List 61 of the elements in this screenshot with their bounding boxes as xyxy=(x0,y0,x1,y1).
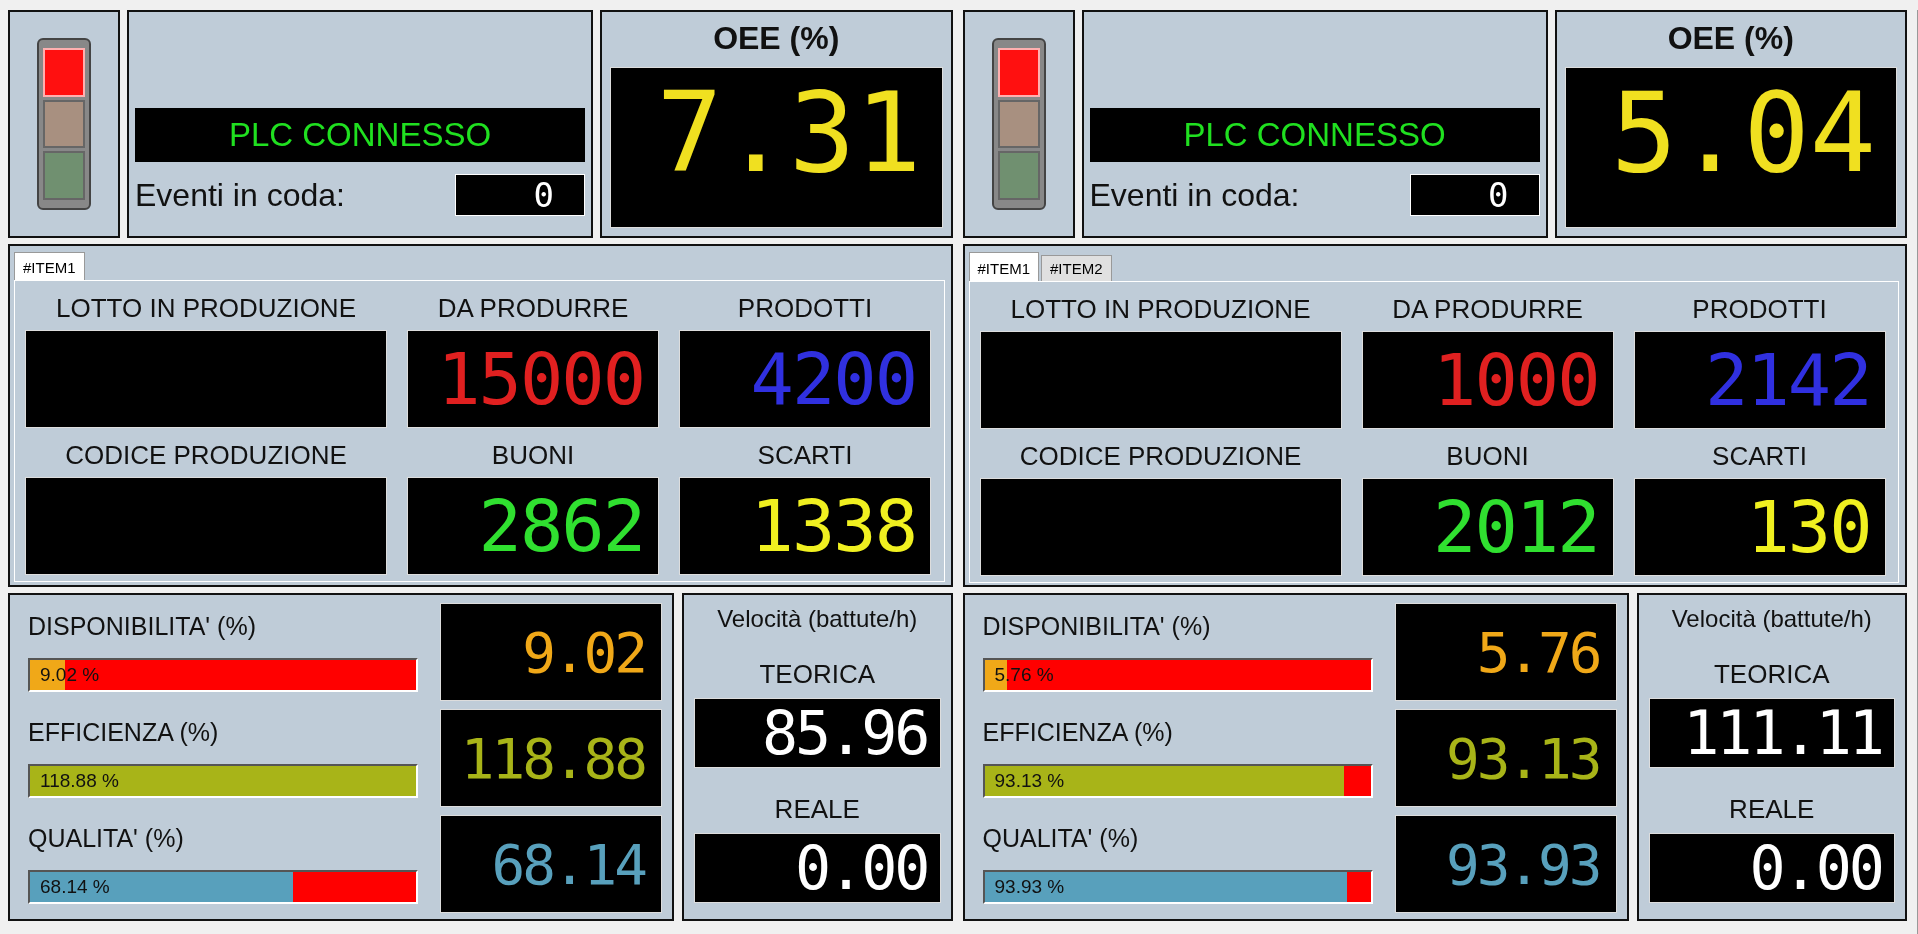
counter-value: 1338 xyxy=(750,484,916,568)
speed-display: 85.96 xyxy=(694,698,941,768)
tab[interactable]: #ITEM1 xyxy=(968,252,1039,281)
speed-display: 0.00 xyxy=(1648,833,1895,903)
speed-display: 0.00 xyxy=(694,833,941,903)
field-label: BUONI xyxy=(490,439,576,472)
speed-display: 111.11 xyxy=(1648,698,1895,768)
speed-label: REALE xyxy=(1729,794,1815,825)
metric-label: QUALITA' (%) xyxy=(28,823,185,853)
oee-display: 5.04 xyxy=(1564,67,1897,228)
field-label: DA PRODURRE xyxy=(1391,293,1584,326)
field-label: LOTTO IN PRODUZIONE xyxy=(1009,293,1312,326)
metric-label: EFFICIENZA (%) xyxy=(982,717,1174,747)
oee-title: OEE (%) xyxy=(1667,20,1794,57)
counter-value: 15000 xyxy=(437,337,644,421)
field-label: CODICE PRODUZIONE xyxy=(64,439,348,472)
metric-value: 9.02 xyxy=(522,619,645,685)
counter-value: 2142 xyxy=(1705,338,1871,422)
signal-tower-icon xyxy=(37,38,91,210)
counter-value: 4200 xyxy=(750,337,916,421)
field-label: LOTTO IN PRODUZIONE xyxy=(55,292,357,325)
queue-display: 0 xyxy=(455,174,585,216)
counter-value: 1000 xyxy=(1433,338,1599,422)
tab[interactable]: #ITEM2 xyxy=(1041,255,1112,281)
oee-display: 7.31 xyxy=(610,67,943,228)
metric-value: 93.93 xyxy=(1445,831,1600,897)
field-label: BUONI xyxy=(1445,440,1530,473)
bar-value: 93.13 % xyxy=(994,770,1065,793)
bar-value: 68.14 % xyxy=(40,876,110,899)
queue-label: Eventi in coda: xyxy=(135,176,345,214)
field-label: SCARTI xyxy=(1711,440,1808,473)
metric-label: DISPONIBILITA' (%) xyxy=(982,611,1212,641)
metric-value: 5.76 xyxy=(1476,619,1600,685)
counter-value: 2862 xyxy=(478,484,644,568)
tab[interactable]: #ITEM1 xyxy=(14,252,85,280)
field-label: PRODOTTI xyxy=(736,292,874,325)
status-display: PLC CONNESSO xyxy=(135,108,585,162)
metric-value: 93.13 xyxy=(1445,725,1600,791)
oee-title: OEE (%) xyxy=(713,20,840,57)
speed-label: TEORICA xyxy=(1713,659,1830,690)
metric-value: 118.88 xyxy=(460,725,645,791)
speed-label: REALE xyxy=(774,794,860,825)
queue-display: 0 xyxy=(1409,174,1540,216)
field-label: DA PRODURRE xyxy=(436,292,630,325)
speed-label: TEORICA xyxy=(759,659,876,690)
speed-title: Velocità (battute/h) xyxy=(1671,604,1872,633)
queue-label: Eventi in coda: xyxy=(1089,176,1300,214)
metric-label: QUALITA' (%) xyxy=(982,823,1140,853)
bar-value: 118.88 % xyxy=(40,770,119,793)
metric-label: EFFICIENZA (%) xyxy=(28,717,220,747)
bar-value: 93.93 % xyxy=(994,876,1065,899)
counter-value: 130 xyxy=(1746,485,1871,569)
counter-value: 2012 xyxy=(1433,485,1599,569)
status-display: PLC CONNESSO xyxy=(1089,108,1540,162)
field-label: SCARTI xyxy=(756,439,854,472)
speed-title: Velocità (battute/h) xyxy=(717,604,918,633)
metric-label: DISPONIBILITA' (%) xyxy=(28,611,257,641)
field-label: CODICE PRODUZIONE xyxy=(1018,440,1303,473)
signal-tower-icon xyxy=(991,38,1046,210)
field-label: PRODOTTI xyxy=(1691,293,1828,326)
metric-value: 68.14 xyxy=(491,831,645,897)
